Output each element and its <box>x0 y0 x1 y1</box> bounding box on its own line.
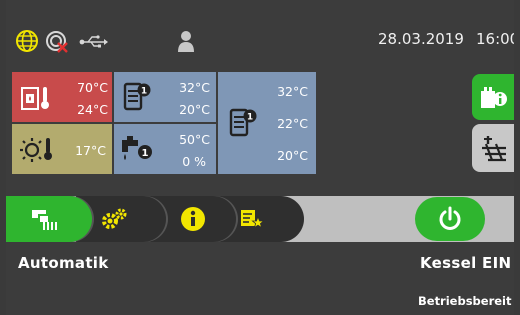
tab-automatic[interactable] <box>6 196 92 242</box>
sun-thermometer-icon <box>20 138 52 162</box>
boiler-state-label: Kessel EIN <box>420 254 512 272</box>
usb-icon <box>79 35 108 48</box>
info-icon <box>181 207 205 231</box>
gears-icon <box>102 208 127 229</box>
power-off-icon[interactable] <box>44 28 70 54</box>
tank-1-icon: 1 <box>123 82 151 111</box>
heating-return-temp: 24°C <box>77 102 108 117</box>
outdoor-temp: 17°C <box>75 143 106 158</box>
hot-water-temp: 50°C <box>179 132 210 147</box>
tile-hot-water[interactable]: 1 50°C 0 % <box>114 124 216 174</box>
tap-1-icon: 1 <box>122 136 152 160</box>
tile-outdoor[interactable]: 17°C <box>12 124 112 174</box>
operating-state-label: Betriebsbereit <box>418 294 512 308</box>
buffer-1-top-temp: 32°C <box>179 80 210 95</box>
tile-buffer-1[interactable]: 1 32°C 20°C <box>114 72 216 122</box>
tile-buffer-2[interactable]: 1 32°C 22°C 20°C <box>218 72 316 174</box>
date-display: 28.03.2019 <box>378 30 464 48</box>
boiler-info-icon <box>481 87 507 108</box>
chimney-sweep-button[interactable] <box>472 124 514 172</box>
buffer-2-middle-temp: 22°C <box>277 116 308 131</box>
power-icon <box>439 206 461 230</box>
heating-flow-temp: 70°C <box>77 80 108 95</box>
tile-heating-circuit[interactable]: 70°C 24°C <box>12 72 112 122</box>
boiler-info-button[interactable] <box>472 74 514 120</box>
tank-1-icon: 1 <box>229 108 257 137</box>
status-bar: 28.03.2019 16:00 <box>6 0 514 58</box>
buffer-2-top-temp: 32°C <box>277 84 308 99</box>
buffer-1-bottom-temp: 20°C <box>179 102 210 117</box>
boiler-thermometer-icon <box>21 87 49 110</box>
svg-text:1: 1 <box>141 87 147 97</box>
svg-text:1: 1 <box>247 113 253 123</box>
buffer-2-bottom-temp: 20°C <box>277 148 308 163</box>
globe-icon[interactable] <box>14 28 40 54</box>
automatic-mode-icon <box>32 210 57 230</box>
svg-text:1: 1 <box>142 148 149 159</box>
favorites-star-icon <box>241 210 264 229</box>
mode-label: Automatik <box>18 254 109 272</box>
time-display: 16:00 <box>476 30 514 48</box>
user-icon[interactable] <box>173 28 199 54</box>
chimney-sweep-icon <box>482 136 506 162</box>
hot-water-percent: 0 % <box>182 154 206 169</box>
boiler-power-button[interactable] <box>415 197 485 241</box>
display-screen: 28.03.2019 16:00 70°C 24°C <box>6 0 514 315</box>
